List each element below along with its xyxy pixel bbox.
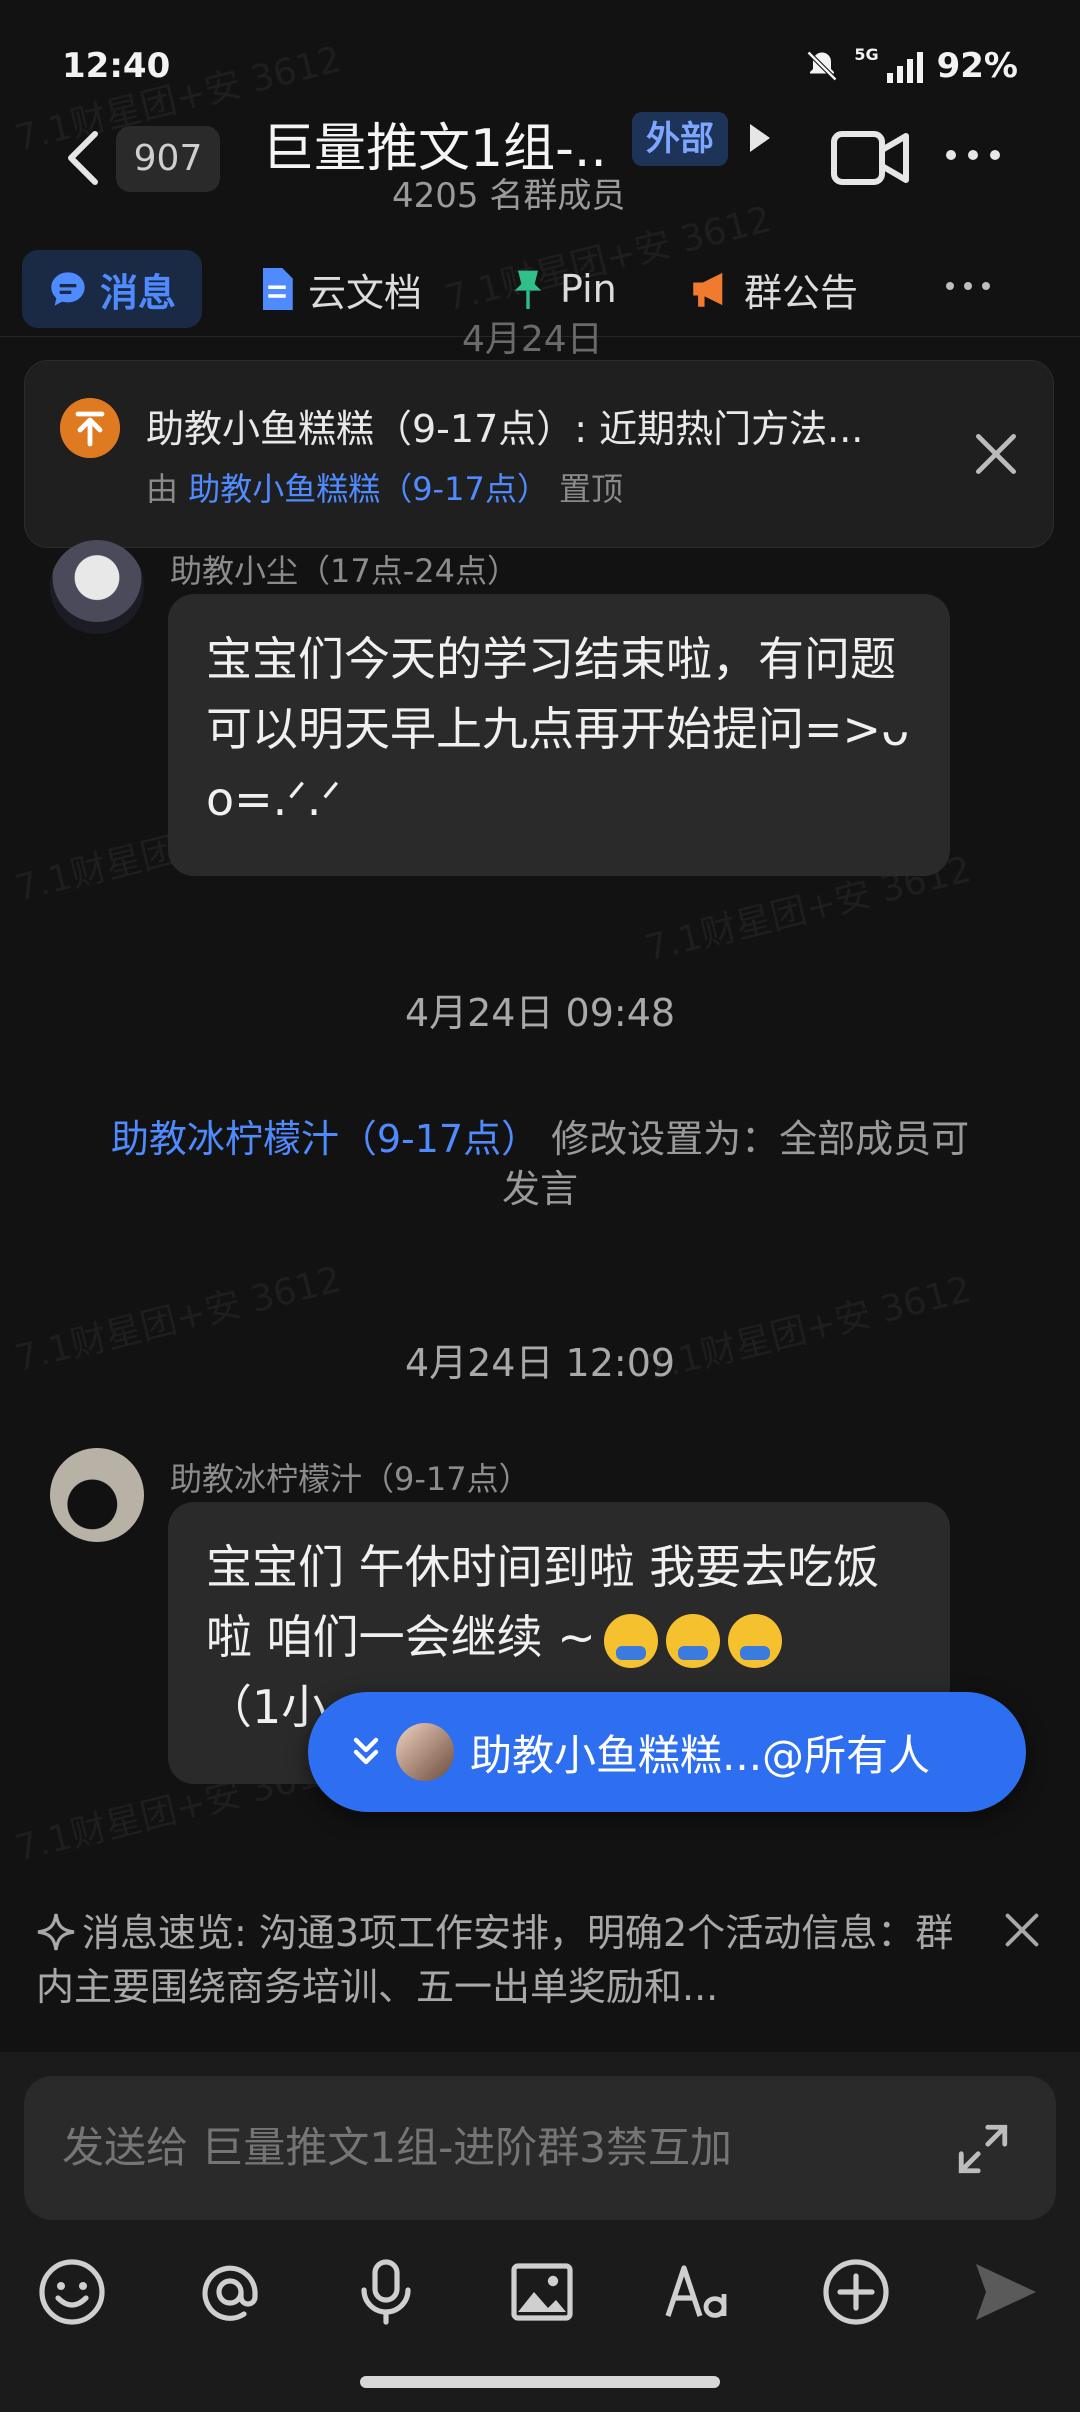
more-options-icon[interactable] <box>946 150 1000 160</box>
doc-icon <box>263 268 293 310</box>
pinned-by: 由 助教小鱼糕糕（9-17点） 置顶 <box>146 464 623 510</box>
announcement-icon <box>693 272 723 307</box>
pin-icon <box>514 270 542 309</box>
home-indicator[interactable] <box>360 2376 720 2388</box>
caret-right-icon[interactable] <box>750 124 770 152</box>
sender-name[interactable]: 助教小尘（17点-24点） <box>170 546 519 592</box>
message-summary[interactable]: 消息速览: 沟通3项工作安排，明确2个活动信息：群内主要围绕商务培训、五一出单奖… <box>36 1906 956 2014</box>
microphone-icon[interactable] <box>350 2256 422 2328</box>
message-text: 宝宝们今天的学习结束啦，有问题可以明天早上九点再开始提问=>ᴗ o=.ᐟ.ᐟ <box>206 632 910 826</box>
pinned-by-suffix: 置顶 <box>559 470 624 508</box>
tab-label: 群公告 <box>744 270 859 315</box>
close-icon[interactable] <box>974 432 1018 476</box>
date-label: 4月24日 <box>462 319 603 360</box>
summary-text: 消息速览: 沟通3项工作安排，明确2个活动信息：群内主要围绕商务培训、五一出单奖… <box>36 1911 954 2009</box>
pin-top-icon <box>60 398 120 458</box>
system-message-user-link[interactable]: 助教冰柠檬汁（9-17点） <box>111 1117 539 1161</box>
sender-name[interactable]: 助教冰柠檬汁（9-17点） <box>170 1454 531 1500</box>
time-separator: 4月24日 12:09 <box>404 1341 676 1385</box>
message-input[interactable] <box>24 2076 1056 2220</box>
member-count[interactable]: 4205 名群成员 <box>392 168 625 217</box>
tab-label: 云文档 <box>308 270 423 315</box>
emoji-icon <box>603 1613 658 1668</box>
status-time: 12:40 <box>62 46 171 86</box>
external-tag: 外部 <box>632 112 728 166</box>
pinned-by-prefix: 由 <box>146 470 179 508</box>
tab-cloud-docs[interactable]: 云文档 <box>258 250 422 328</box>
double-chevron-down-icon <box>353 1737 379 1765</box>
pinned-message-banner[interactable] <box>24 360 1054 548</box>
video-call-icon[interactable] <box>830 126 910 190</box>
pinned-by-user-link[interactable]: 助教小鱼糕糕（9-17点） <box>188 470 549 508</box>
close-icon[interactable] <box>1004 1912 1040 1948</box>
expand-icon[interactable] <box>954 2120 1012 2178</box>
tab-label: Pin <box>560 267 617 311</box>
tab-announcement[interactable]: 群公告 <box>690 250 858 328</box>
pinned-message-text[interactable]: 助教小鱼糕糕（9-17点）: 近期热门方法... <box>146 398 916 453</box>
message-icon <box>51 272 85 306</box>
mention-jump-button[interactable]: 助教小鱼糕糕...@所有人 <box>308 1692 1026 1812</box>
sparkle-icon <box>37 1913 75 1951</box>
system-message: 助教冰柠檬汁（9-17点） 修改设置为：全部成员可发言 <box>100 1114 980 1214</box>
tab-messages[interactable]: 消息 <box>22 250 203 328</box>
emoji-picker-icon[interactable] <box>36 2256 108 2328</box>
emoji-icon <box>665 1613 720 1668</box>
avatar[interactable] <box>50 1448 144 1542</box>
message-text-tail: （1小 <box>206 1680 328 1734</box>
back-icon[interactable] <box>56 128 116 188</box>
text-format-icon[interactable] <box>662 2256 734 2328</box>
emoji-icon <box>727 1613 782 1668</box>
network-type: 5G <box>854 44 879 64</box>
mention-icon[interactable] <box>194 2256 266 2328</box>
system-message-text: 修改设置为：全部成员可发言 <box>501 1117 970 1211</box>
send-icon[interactable] <box>970 2256 1042 2328</box>
image-icon[interactable] <box>506 2256 578 2328</box>
battery-level: 92% <box>936 46 1018 86</box>
mention-text: 助教小鱼糕糕...@所有人 <box>470 1730 931 1780</box>
bell-off-icon <box>807 50 838 82</box>
avatar <box>396 1723 454 1781</box>
tabs-more-icon[interactable] <box>946 282 990 290</box>
time-separator: 4月24日 09:48 <box>404 991 676 1035</box>
message-bubble[interactable]: 宝宝们今天的学习结束啦，有问题可以明天早上九点再开始提问=>ᴗ o=.ᐟ.ᐟ <box>168 594 950 876</box>
tab-label: 消息 <box>100 270 177 315</box>
add-icon[interactable] <box>820 2256 892 2328</box>
avatar[interactable] <box>50 540 144 634</box>
status-icons: 5G 92% <box>804 44 1018 86</box>
signal-icon <box>886 49 923 83</box>
unread-count-badge[interactable]: 907 <box>116 126 220 192</box>
